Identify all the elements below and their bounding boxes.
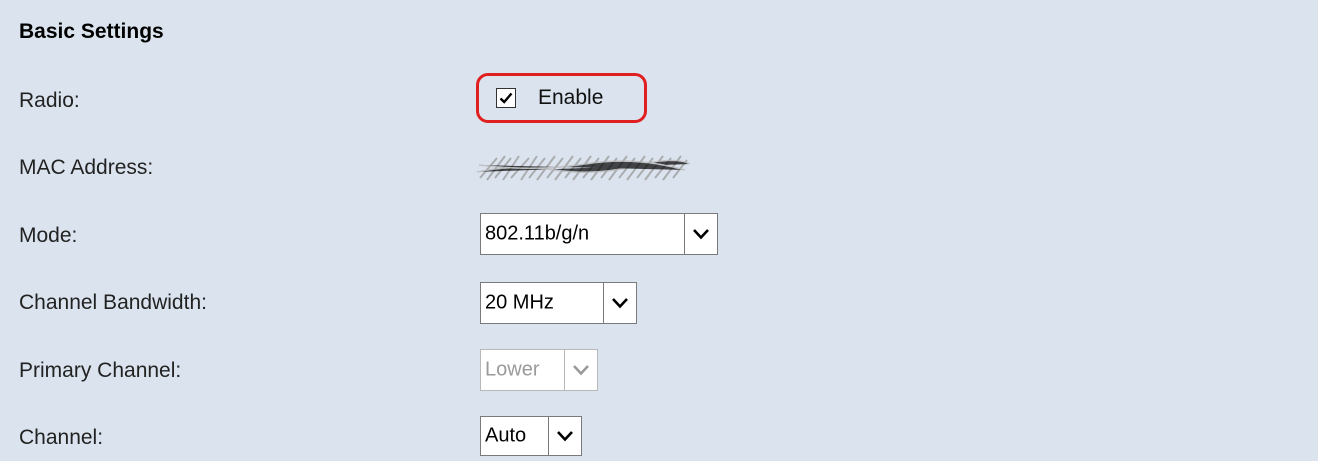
primary-channel-select[interactable]: Lower: [480, 349, 598, 391]
chevron-down-icon: [612, 298, 628, 309]
chevron-down-icon: [693, 229, 709, 240]
primary-channel-dropdown-button[interactable]: [564, 349, 598, 391]
mode-select[interactable]: 802.11b/g/n: [480, 213, 718, 255]
channel-bandwidth-select[interactable]: 20 MHz: [480, 282, 637, 324]
channel-select[interactable]: Auto: [480, 416, 582, 456]
mac-address-label: MAC Address:: [19, 156, 154, 179]
chevron-down-icon: [573, 365, 589, 376]
section-title: Basic Settings: [19, 20, 164, 43]
mode-label: Mode:: [19, 224, 78, 247]
channel-label: Channel:: [19, 426, 104, 449]
mode-select-value: 802.11b/g/n: [485, 222, 590, 245]
channel-select-value: Auto: [485, 424, 527, 447]
channel-dropdown-button[interactable]: [548, 416, 582, 456]
channel-bandwidth-dropdown-button[interactable]: [603, 282, 637, 324]
mode-dropdown-button[interactable]: [684, 213, 718, 255]
radio-enable-checkbox[interactable]: [496, 88, 516, 108]
chevron-down-icon: [557, 431, 573, 442]
channel-bandwidth-select-value: 20 MHz: [485, 291, 554, 314]
radio-label: Radio:: [19, 89, 80, 112]
radio-enable-label: Enable: [538, 86, 604, 109]
primary-channel-label: Primary Channel:: [19, 359, 182, 382]
channel-bandwidth-label: Channel Bandwidth:: [19, 291, 207, 314]
basic-settings-panel: Basic Settings Radio: Enable MAC Address…: [0, 0, 1318, 461]
mac-address-obscured: [476, 155, 691, 181]
primary-channel-select-value: Lower: [485, 358, 540, 381]
check-icon: [499, 92, 513, 104]
